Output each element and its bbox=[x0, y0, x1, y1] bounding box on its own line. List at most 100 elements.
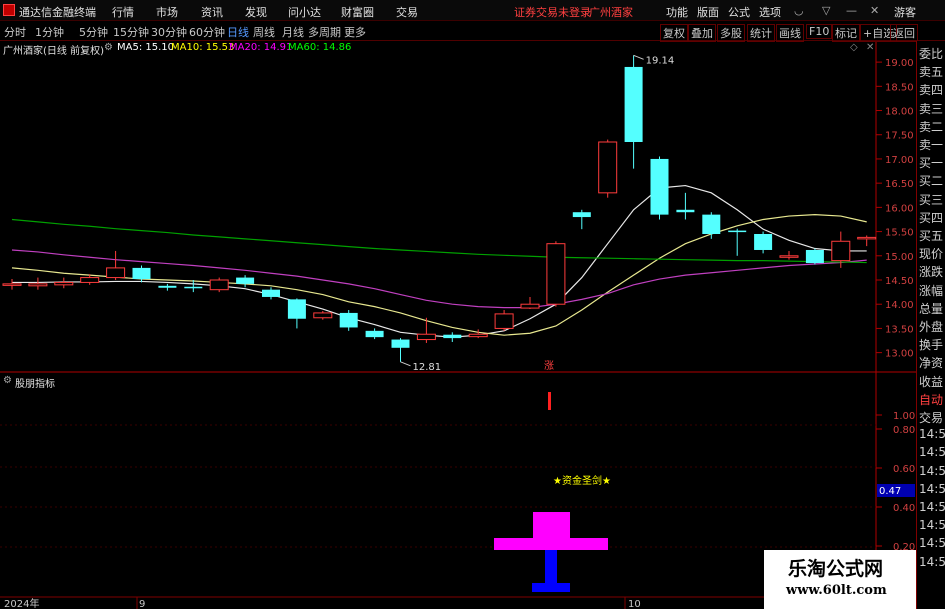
sword-handle bbox=[545, 550, 557, 583]
period-weekly[interactable]: 周线 bbox=[253, 24, 275, 40]
candle[interactable] bbox=[209, 277, 229, 293]
ind-tick-label: 0.40 bbox=[893, 503, 915, 514]
quote-item-3: 卖三 bbox=[919, 101, 944, 116]
y-tick-label: 18.50 bbox=[885, 82, 914, 93]
app-title: 通达信金融终端 bbox=[19, 6, 96, 19]
candle[interactable] bbox=[494, 310, 514, 331]
settings-gear-icon[interactable]: ⚙ bbox=[104, 42, 113, 53]
menu-wenxiaoda[interactable]: 问小达 bbox=[288, 4, 321, 20]
signal-label: 涨 bbox=[544, 360, 554, 372]
period-5min[interactable]: 5分钟 bbox=[79, 24, 108, 40]
btn-fanhui[interactable]: 返回 bbox=[890, 24, 918, 42]
candle[interactable] bbox=[546, 241, 566, 307]
candle[interactable] bbox=[598, 139, 618, 198]
period-daily[interactable]: 日线 bbox=[227, 24, 249, 40]
period-fenshi[interactable]: 分时 bbox=[4, 24, 26, 40]
indicator-name[interactable]: 股朋指标 bbox=[15, 375, 55, 390]
login-notice[interactable]: 证券交易未登录 bbox=[514, 4, 591, 20]
menu-zixun[interactable]: 资讯 bbox=[201, 4, 223, 20]
low-pointer bbox=[400, 361, 411, 367]
btn-f10[interactable]: F10 bbox=[806, 24, 833, 39]
candle[interactable] bbox=[132, 265, 151, 283]
minimize-icon[interactable]: — bbox=[846, 4, 857, 17]
sword-base bbox=[532, 583, 570, 592]
candle[interactable] bbox=[339, 310, 358, 331]
menu-gongshi[interactable]: 公式 bbox=[728, 4, 750, 20]
chart-title: 广州酒家(日线 前复权) bbox=[3, 46, 104, 57]
candle[interactable] bbox=[443, 332, 462, 342]
y-tick-label: 15.00 bbox=[885, 252, 914, 263]
btn-tongji[interactable]: 统计 bbox=[747, 24, 775, 42]
quote-item-21: 14:56 bbox=[919, 427, 945, 442]
candle[interactable] bbox=[702, 212, 721, 239]
menu-bar: 通达信金融终端 行情 市场 资讯 发现 问小达 财富圈 交易 证券交易未登录 广… bbox=[0, 0, 945, 21]
candle[interactable] bbox=[287, 298, 306, 329]
candle[interactable] bbox=[54, 277, 74, 289]
btn-biaoji[interactable]: 标记 bbox=[832, 24, 860, 42]
candle[interactable] bbox=[520, 296, 540, 310]
quote-item-9: 买四 bbox=[919, 210, 944, 225]
candle[interactable] bbox=[365, 328, 384, 340]
menu-caifuquan[interactable]: 财富圈 bbox=[341, 4, 374, 20]
quote-item-23: 14:56 bbox=[919, 463, 945, 478]
expand-diamond-icon[interactable]: ◇ bbox=[850, 42, 858, 53]
support-icon[interactable]: ◡ bbox=[794, 4, 804, 17]
candle[interactable] bbox=[313, 310, 333, 320]
shirt-icon[interactable]: ▽ bbox=[822, 4, 830, 17]
ind-tick-label: 1.00 bbox=[893, 411, 915, 422]
menu-shichang[interactable]: 市场 bbox=[156, 4, 178, 20]
quote-item-0: 委比 bbox=[919, 47, 944, 61]
ma5-label: MA5: 15.10 bbox=[117, 42, 175, 53]
period-monthly[interactable]: 月线 bbox=[282, 24, 304, 40]
close-panel-icon[interactable]: ✕ bbox=[866, 42, 874, 53]
menu-hangqing[interactable]: 行情 bbox=[112, 4, 134, 20]
indicator-gear-icon[interactable]: ⚙ bbox=[3, 375, 12, 386]
app-logo-icon bbox=[3, 4, 15, 16]
candle[interactable] bbox=[2, 279, 22, 290]
period-30min[interactable]: 30分钟 bbox=[151, 24, 187, 40]
candle[interactable] bbox=[391, 338, 410, 362]
menu-banmian[interactable]: 版面 bbox=[697, 4, 719, 20]
candle[interactable] bbox=[728, 228, 747, 256]
quote-item-11: 现价 bbox=[919, 247, 944, 262]
ma10-label: MA10: 15.53 bbox=[171, 42, 235, 53]
btn-diejia[interactable]: 叠加 bbox=[688, 24, 716, 42]
chart-canvas[interactable]: 19.00 18.50 18.00 17.50 17.00 16.50 16.00 15.50… bbox=[0, 0, 945, 609]
date-label-9: 9 bbox=[139, 599, 145, 609]
btn-duogu[interactable]: 多股 bbox=[717, 24, 745, 42]
y-tick-label: 16.00 bbox=[885, 203, 914, 214]
signal-bar bbox=[548, 392, 551, 410]
ind-tick-label: 0.60 bbox=[893, 464, 915, 475]
close-icon[interactable]: ✕ bbox=[870, 4, 879, 17]
candle[interactable] bbox=[158, 283, 177, 291]
candle[interactable] bbox=[106, 250, 126, 280]
watermark-logo: 乐淘公式网 www.60lt.com bbox=[764, 550, 916, 609]
menu-gongneng[interactable]: 功能 bbox=[666, 4, 688, 20]
candle[interactable] bbox=[754, 231, 773, 254]
menu-xuanxiang[interactable]: 选项 bbox=[759, 4, 781, 20]
btn-huaxian[interactable]: 画线 bbox=[776, 24, 804, 42]
candle[interactable] bbox=[779, 250, 799, 260]
quote-item-13: 涨幅 bbox=[919, 283, 944, 298]
user-label[interactable]: 游客 bbox=[894, 4, 916, 20]
candle[interactable] bbox=[262, 287, 280, 300]
period-15min[interactable]: 15分钟 bbox=[113, 24, 149, 40]
candle[interactable] bbox=[676, 192, 695, 220]
candle[interactable] bbox=[805, 248, 824, 265]
candle[interactable] bbox=[572, 209, 591, 230]
period-multi[interactable]: 多周期 bbox=[308, 24, 341, 40]
candle[interactable] bbox=[650, 156, 669, 220]
candle[interactable] bbox=[857, 235, 877, 247]
btn-fuquan[interactable]: 复权 bbox=[660, 24, 688, 42]
period-1min[interactable]: 1分钟 bbox=[35, 24, 64, 40]
candle[interactable] bbox=[236, 275, 255, 288]
candle[interactable] bbox=[624, 55, 643, 169]
period-more[interactable]: 更多 bbox=[344, 24, 366, 40]
watermark-title: 乐淘公式网 bbox=[788, 558, 884, 580]
menu-jiaoyi[interactable]: 交易 bbox=[396, 4, 418, 20]
quote-item-1: 卖五 bbox=[919, 65, 944, 80]
period-60min[interactable]: 60分钟 bbox=[189, 24, 225, 40]
candle[interactable] bbox=[28, 277, 48, 290]
menu-faxian[interactable]: 发现 bbox=[245, 4, 267, 20]
candle[interactable] bbox=[416, 317, 436, 343]
